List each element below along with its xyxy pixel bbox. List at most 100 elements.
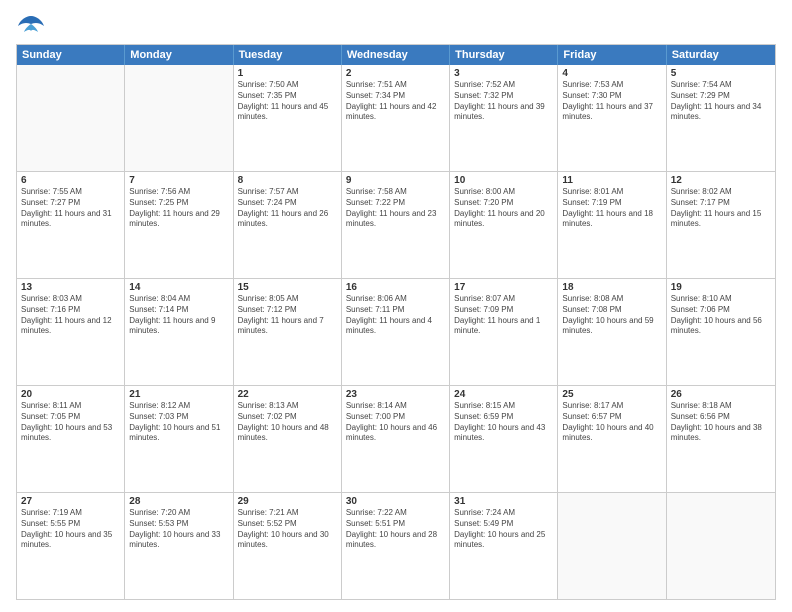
cell-text: Sunrise: 7:22 AM Sunset: 5:51 PM Dayligh… (346, 508, 445, 551)
cell-text: Sunrise: 8:17 AM Sunset: 6:57 PM Dayligh… (562, 401, 661, 444)
cal-cell (667, 493, 775, 599)
cell-text: Sunrise: 7:52 AM Sunset: 7:32 PM Dayligh… (454, 80, 553, 123)
cell-text: Sunrise: 8:03 AM Sunset: 7:16 PM Dayligh… (21, 294, 120, 337)
day-number: 5 (671, 68, 771, 79)
calendar-row-4: 20Sunrise: 8:11 AM Sunset: 7:05 PM Dayli… (17, 385, 775, 492)
cal-cell: 2Sunrise: 7:51 AM Sunset: 7:34 PM Daylig… (342, 65, 450, 171)
day-number: 2 (346, 68, 445, 79)
cell-text: Sunrise: 8:04 AM Sunset: 7:14 PM Dayligh… (129, 294, 228, 337)
header-cell-wednesday: Wednesday (342, 45, 450, 65)
day-number: 10 (454, 175, 553, 186)
cell-text: Sunrise: 8:18 AM Sunset: 6:56 PM Dayligh… (671, 401, 771, 444)
calendar-row-1: 1Sunrise: 7:50 AM Sunset: 7:35 PM Daylig… (17, 65, 775, 171)
cell-text: Sunrise: 8:00 AM Sunset: 7:20 PM Dayligh… (454, 187, 553, 230)
page: SundayMondayTuesdayWednesdayThursdayFrid… (0, 0, 792, 612)
cal-cell: 21Sunrise: 8:12 AM Sunset: 7:03 PM Dayli… (125, 386, 233, 492)
cal-cell (125, 65, 233, 171)
day-number: 16 (346, 282, 445, 293)
cal-cell: 10Sunrise: 8:00 AM Sunset: 7:20 PM Dayli… (450, 172, 558, 278)
cal-cell: 31Sunrise: 7:24 AM Sunset: 5:49 PM Dayli… (450, 493, 558, 599)
day-number: 8 (238, 175, 337, 186)
day-number: 4 (562, 68, 661, 79)
cal-cell: 13Sunrise: 8:03 AM Sunset: 7:16 PM Dayli… (17, 279, 125, 385)
cal-cell (17, 65, 125, 171)
cal-cell: 24Sunrise: 8:15 AM Sunset: 6:59 PM Dayli… (450, 386, 558, 492)
cal-cell: 15Sunrise: 8:05 AM Sunset: 7:12 PM Dayli… (234, 279, 342, 385)
cal-cell: 7Sunrise: 7:56 AM Sunset: 7:25 PM Daylig… (125, 172, 233, 278)
day-number: 20 (21, 389, 120, 400)
header-cell-tuesday: Tuesday (234, 45, 342, 65)
cell-text: Sunrise: 8:02 AM Sunset: 7:17 PM Dayligh… (671, 187, 771, 230)
header-cell-thursday: Thursday (450, 45, 558, 65)
day-number: 19 (671, 282, 771, 293)
cell-text: Sunrise: 7:53 AM Sunset: 7:30 PM Dayligh… (562, 80, 661, 123)
cal-cell: 5Sunrise: 7:54 AM Sunset: 7:29 PM Daylig… (667, 65, 775, 171)
cal-cell: 11Sunrise: 8:01 AM Sunset: 7:19 PM Dayli… (558, 172, 666, 278)
day-number: 26 (671, 389, 771, 400)
cal-cell: 23Sunrise: 8:14 AM Sunset: 7:00 PM Dayli… (342, 386, 450, 492)
cal-cell: 25Sunrise: 8:17 AM Sunset: 6:57 PM Dayli… (558, 386, 666, 492)
cal-cell: 12Sunrise: 8:02 AM Sunset: 7:17 PM Dayli… (667, 172, 775, 278)
day-number: 28 (129, 496, 228, 507)
day-number: 6 (21, 175, 120, 186)
cell-text: Sunrise: 7:51 AM Sunset: 7:34 PM Dayligh… (346, 80, 445, 123)
cell-text: Sunrise: 8:07 AM Sunset: 7:09 PM Dayligh… (454, 294, 553, 337)
cell-text: Sunrise: 7:20 AM Sunset: 5:53 PM Dayligh… (129, 508, 228, 551)
cell-text: Sunrise: 7:56 AM Sunset: 7:25 PM Dayligh… (129, 187, 228, 230)
calendar-header: SundayMondayTuesdayWednesdayThursdayFrid… (17, 45, 775, 65)
logo-icon (16, 12, 46, 36)
cal-cell: 1Sunrise: 7:50 AM Sunset: 7:35 PM Daylig… (234, 65, 342, 171)
day-number: 7 (129, 175, 228, 186)
day-number: 11 (562, 175, 661, 186)
calendar: SundayMondayTuesdayWednesdayThursdayFrid… (16, 44, 776, 600)
day-number: 14 (129, 282, 228, 293)
cal-cell: 26Sunrise: 8:18 AM Sunset: 6:56 PM Dayli… (667, 386, 775, 492)
cell-text: Sunrise: 7:54 AM Sunset: 7:29 PM Dayligh… (671, 80, 771, 123)
day-number: 13 (21, 282, 120, 293)
day-number: 9 (346, 175, 445, 186)
cal-cell: 22Sunrise: 8:13 AM Sunset: 7:02 PM Dayli… (234, 386, 342, 492)
cell-text: Sunrise: 8:01 AM Sunset: 7:19 PM Dayligh… (562, 187, 661, 230)
cell-text: Sunrise: 7:58 AM Sunset: 7:22 PM Dayligh… (346, 187, 445, 230)
day-number: 27 (21, 496, 120, 507)
day-number: 18 (562, 282, 661, 293)
cell-text: Sunrise: 8:15 AM Sunset: 6:59 PM Dayligh… (454, 401, 553, 444)
cal-cell: 3Sunrise: 7:52 AM Sunset: 7:32 PM Daylig… (450, 65, 558, 171)
cell-text: Sunrise: 7:19 AM Sunset: 5:55 PM Dayligh… (21, 508, 120, 551)
calendar-row-2: 6Sunrise: 7:55 AM Sunset: 7:27 PM Daylig… (17, 171, 775, 278)
cell-text: Sunrise: 8:08 AM Sunset: 7:08 PM Dayligh… (562, 294, 661, 337)
cell-text: Sunrise: 7:21 AM Sunset: 5:52 PM Dayligh… (238, 508, 337, 551)
cell-text: Sunrise: 7:55 AM Sunset: 7:27 PM Dayligh… (21, 187, 120, 230)
cal-cell: 29Sunrise: 7:21 AM Sunset: 5:52 PM Dayli… (234, 493, 342, 599)
day-number: 1 (238, 68, 337, 79)
cell-text: Sunrise: 8:10 AM Sunset: 7:06 PM Dayligh… (671, 294, 771, 337)
cal-cell: 16Sunrise: 8:06 AM Sunset: 7:11 PM Dayli… (342, 279, 450, 385)
day-number: 22 (238, 389, 337, 400)
cell-text: Sunrise: 7:50 AM Sunset: 7:35 PM Dayligh… (238, 80, 337, 123)
day-number: 25 (562, 389, 661, 400)
cal-cell: 9Sunrise: 7:58 AM Sunset: 7:22 PM Daylig… (342, 172, 450, 278)
day-number: 24 (454, 389, 553, 400)
cell-text: Sunrise: 7:24 AM Sunset: 5:49 PM Dayligh… (454, 508, 553, 551)
logo (16, 12, 50, 36)
cal-cell: 18Sunrise: 8:08 AM Sunset: 7:08 PM Dayli… (558, 279, 666, 385)
cal-cell: 27Sunrise: 7:19 AM Sunset: 5:55 PM Dayli… (17, 493, 125, 599)
cal-cell: 14Sunrise: 8:04 AM Sunset: 7:14 PM Dayli… (125, 279, 233, 385)
day-number: 3 (454, 68, 553, 79)
cal-cell: 19Sunrise: 8:10 AM Sunset: 7:06 PM Dayli… (667, 279, 775, 385)
cell-text: Sunrise: 8:13 AM Sunset: 7:02 PM Dayligh… (238, 401, 337, 444)
header-cell-monday: Monday (125, 45, 233, 65)
cell-text: Sunrise: 8:11 AM Sunset: 7:05 PM Dayligh… (21, 401, 120, 444)
calendar-body: 1Sunrise: 7:50 AM Sunset: 7:35 PM Daylig… (17, 65, 775, 599)
day-number: 29 (238, 496, 337, 507)
cell-text: Sunrise: 8:12 AM Sunset: 7:03 PM Dayligh… (129, 401, 228, 444)
cal-cell: 4Sunrise: 7:53 AM Sunset: 7:30 PM Daylig… (558, 65, 666, 171)
cell-text: Sunrise: 8:14 AM Sunset: 7:00 PM Dayligh… (346, 401, 445, 444)
cell-text: Sunrise: 8:05 AM Sunset: 7:12 PM Dayligh… (238, 294, 337, 337)
calendar-row-5: 27Sunrise: 7:19 AM Sunset: 5:55 PM Dayli… (17, 492, 775, 599)
cal-cell: 20Sunrise: 8:11 AM Sunset: 7:05 PM Dayli… (17, 386, 125, 492)
cell-text: Sunrise: 8:06 AM Sunset: 7:11 PM Dayligh… (346, 294, 445, 337)
day-number: 30 (346, 496, 445, 507)
cal-cell: 6Sunrise: 7:55 AM Sunset: 7:27 PM Daylig… (17, 172, 125, 278)
header-cell-saturday: Saturday (667, 45, 775, 65)
